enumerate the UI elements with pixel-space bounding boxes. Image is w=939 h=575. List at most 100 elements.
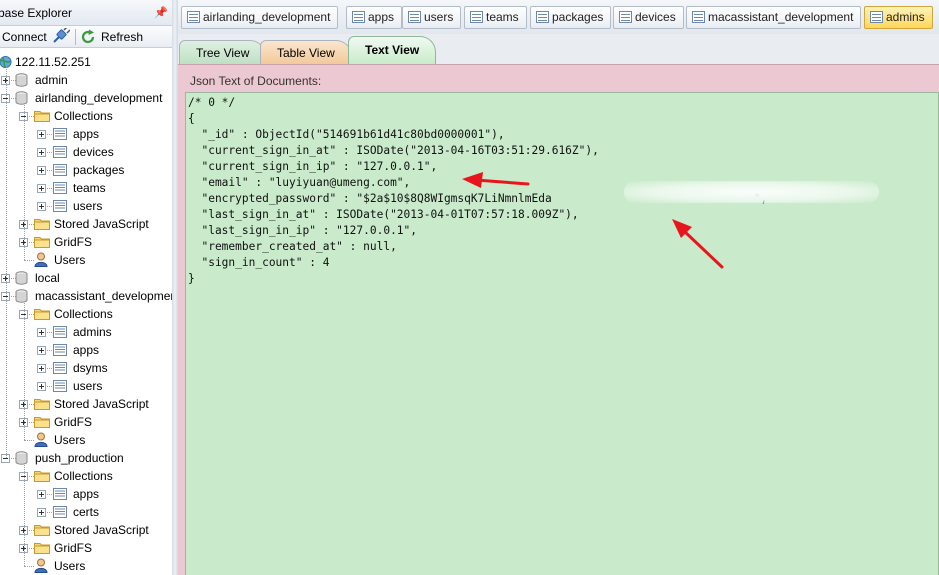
expand-icon[interactable] (37, 490, 46, 499)
tab-teams[interactable]: teams (464, 6, 527, 29)
tree-db-push-production[interactable]: push_production (0, 449, 172, 467)
tab-packages[interactable]: packages (530, 6, 612, 29)
tree-label: Users (54, 253, 86, 267)
tree-db-local[interactable]: local (0, 269, 172, 287)
collection-icon (53, 200, 67, 212)
tree-stored-javascript[interactable]: Stored JavaScript (0, 215, 172, 233)
expand-icon[interactable] (37, 166, 46, 175)
tree-users[interactable]: Users (0, 251, 172, 269)
tree-label: admin (35, 73, 68, 87)
collection-icon (53, 344, 67, 356)
collection-icon (870, 11, 883, 23)
tree-collection-users[interactable]: users (0, 197, 172, 215)
tree-label: dsyms (73, 361, 108, 375)
tree-users[interactable]: Users (0, 557, 172, 575)
tab-users[interactable]: users (402, 6, 462, 29)
tab-text-view[interactable]: Text View (348, 36, 437, 64)
tree-label: GridFS (54, 235, 93, 249)
collection-icon (619, 11, 632, 23)
database-icon (15, 271, 28, 285)
database-explorer-panel: base Explorer 📌 Connect Refresh 122.11.5… (0, 0, 172, 575)
tab-devices[interactable]: devices (613, 6, 684, 29)
tree-collections-folder[interactable]: Collections (0, 305, 172, 323)
tree-connector (47, 152, 52, 153)
tree-db-admin[interactable]: admin (0, 71, 172, 89)
tree-collection-admins[interactable]: admins (0, 323, 172, 341)
tab-admins[interactable]: admins (864, 6, 933, 29)
tree-stored-javascript[interactable]: Stored JavaScript (0, 395, 172, 413)
tab-label: devices (635, 10, 676, 24)
tree-collections-folder[interactable]: Collections (0, 107, 172, 125)
redaction-blur (624, 181, 879, 203)
expand-icon[interactable] (37, 382, 46, 391)
expand-icon[interactable] (37, 184, 46, 193)
json-line: "last_sign_in_at" : ISODate("2013-04-01T… (188, 208, 579, 221)
tab-airlanding-development[interactable]: airlanding_development (181, 6, 339, 29)
tree-db-airlanding-development[interactable]: airlanding_development (0, 89, 172, 107)
users-icon (34, 558, 48, 573)
tree-label: push_production (35, 451, 124, 465)
refresh-button[interactable]: Refresh (80, 28, 143, 46)
expand-icon[interactable] (37, 148, 46, 157)
tab-macassistant-development[interactable]: macassistant_development (686, 6, 862, 29)
expand-icon[interactable] (37, 364, 46, 373)
expand-icon[interactable] (37, 130, 46, 139)
expand-icon[interactable] (37, 202, 46, 211)
folder-icon (34, 417, 50, 428)
tree-label: airlanding_development (35, 91, 163, 105)
tree-server-node[interactable]: 122.11.52.251 (0, 53, 172, 71)
json-line: } (188, 272, 195, 285)
explorer-title-bar: base Explorer 📌 (0, 0, 172, 26)
tree-collection-certs[interactable]: certs (0, 503, 172, 521)
tree-gridfs[interactable]: GridFS (0, 413, 172, 431)
pin-icon[interactable]: 📌 (154, 6, 168, 19)
tree-users[interactable]: Users (0, 431, 172, 449)
tree-connector (47, 512, 52, 513)
tree-collection-apps[interactable]: apps (0, 125, 172, 143)
tree-label: Collections (54, 469, 113, 483)
collection-icon (53, 164, 67, 176)
tree-collection-dsyms[interactable]: dsyms (0, 359, 172, 377)
tab-table-view[interactable]: Table View (260, 40, 352, 64)
tree-collection-devices[interactable]: devices (0, 143, 172, 161)
tree-label: Stored JavaScript (54, 217, 149, 231)
json-line: "_id" : ObjectId("514691b61d41c80bd00000… (188, 128, 505, 141)
expand-icon[interactable] (37, 508, 46, 517)
tab-tree-view[interactable]: Tree View (179, 40, 267, 64)
tree-gridfs[interactable]: GridFS (0, 539, 172, 557)
collection-icon (187, 11, 200, 23)
tree-connector (47, 170, 52, 171)
tree-label: GridFS (54, 541, 93, 555)
tree-label: users (73, 379, 103, 393)
expand-icon[interactable] (37, 328, 46, 337)
tree-gridfs[interactable]: GridFS (0, 233, 172, 251)
json-text-editor[interactable]: /* 0 */ { "_id" : ObjectId("514691b61d41c… (185, 92, 939, 575)
tree-connector (24, 440, 34, 441)
tab-apps[interactable]: apps (346, 6, 403, 29)
tree-connector (47, 494, 52, 495)
tree-label: Collections (54, 109, 113, 123)
tree-collection-packages[interactable]: packages (0, 161, 172, 179)
tree-collection-teams[interactable]: teams (0, 179, 172, 197)
json-line: "current_sign_in_ip" : "127.0.0.1", (188, 160, 438, 173)
expand-icon[interactable] (37, 346, 46, 355)
tree-collections-folder[interactable]: Collections (0, 467, 172, 485)
tree-label: Users (54, 433, 86, 447)
connect-button[interactable]: Connect (2, 28, 47, 46)
tree-collection-apps[interactable]: apps (0, 485, 172, 503)
tree-guide-line (24, 103, 25, 260)
json-line: "current_sign_in_at" : ISODate("2013-04-… (188, 144, 599, 157)
tree-db-macassistant-development[interactable]: macassistant_development (0, 287, 172, 305)
tree-label: users (73, 199, 103, 213)
tree-label: 122.11.52.251 (15, 55, 91, 69)
tree-connector (47, 188, 52, 189)
tree-connector (47, 206, 52, 207)
tree-collection-users[interactable]: users (0, 377, 172, 395)
tree-connector (47, 350, 52, 351)
folder-icon (34, 309, 50, 320)
users-icon (34, 432, 48, 447)
tree-stored-javascript[interactable]: Stored JavaScript (0, 521, 172, 539)
folder-icon (34, 471, 50, 482)
tree-collection-apps[interactable]: apps (0, 341, 172, 359)
plug-icon[interactable] (52, 28, 70, 44)
